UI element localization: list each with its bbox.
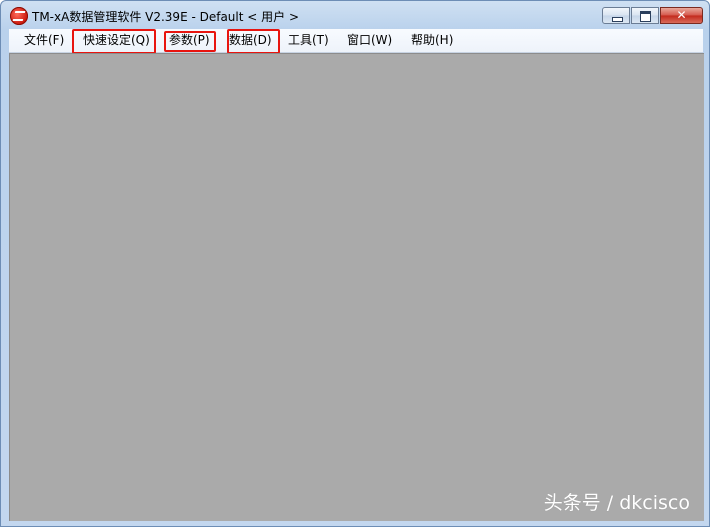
menu-file[interactable]: 文件(F) <box>24 29 64 52</box>
window-controls: ✕ <box>602 7 703 25</box>
menu-help[interactable]: 帮助(H) <box>411 29 453 52</box>
mdi-client-area[interactable]: 头条号 / dkcisco <box>9 53 704 521</box>
app-logo-icon[interactable] <box>10 7 28 25</box>
watermark-text: 头条号 / dkcisco <box>543 492 690 514</box>
menu-data[interactable]: 数据(D) <box>229 29 272 52</box>
menu-quick-setup[interactable]: 快速设定(Q) <box>83 29 150 52</box>
menu-tools[interactable]: 工具(T) <box>288 29 329 52</box>
close-button[interactable]: ✕ <box>660 7 703 24</box>
menu-params[interactable]: 参数(P) <box>169 29 210 52</box>
minimize-icon <box>612 17 623 22</box>
menu-window[interactable]: 窗口(W) <box>347 29 392 52</box>
close-icon: ✕ <box>676 8 687 22</box>
maximize-icon <box>640 11 651 22</box>
app-window: TM-xA数据管理软件 V2.39E - Default < 用户 > ✕ 文件… <box>0 0 710 527</box>
minimize-button[interactable] <box>602 7 630 24</box>
window-title: TM-xA数据管理软件 V2.39E - Default < 用户 > <box>32 10 300 24</box>
title-bar[interactable]: TM-xA数据管理软件 V2.39E - Default < 用户 > ✕ <box>1 1 709 29</box>
menu-bar: 文件(F) 快速设定(Q) 参数(P) 数据(D) 工具(T) 窗口(W) 帮助… <box>9 29 703 54</box>
maximize-button[interactable] <box>631 7 659 24</box>
